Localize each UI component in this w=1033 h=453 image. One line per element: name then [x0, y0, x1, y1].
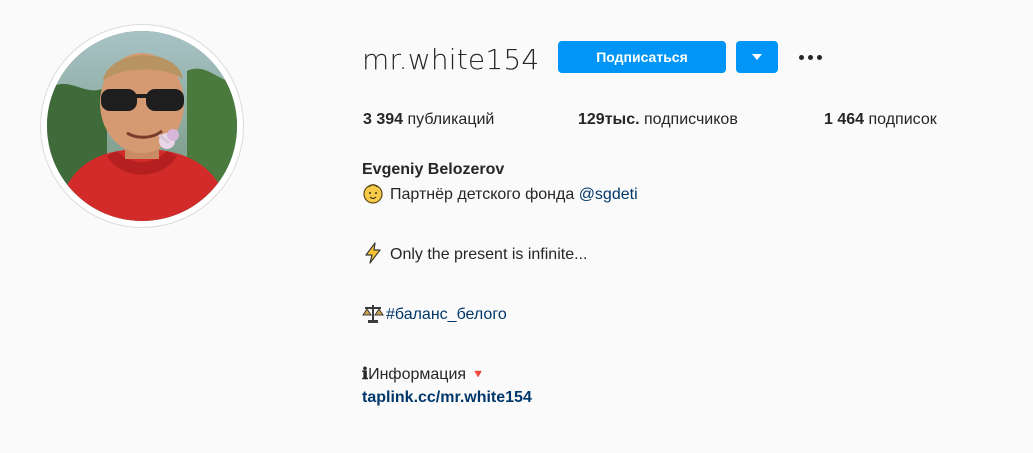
bio-line-info: ℹИнформация 🔻	[362, 362, 1002, 386]
bio-line-partner: Партнёр детского фонда @sgdeti	[362, 182, 1002, 206]
more-options-button[interactable]	[792, 42, 828, 72]
followers-label[interactable]: подписчиков	[644, 111, 738, 128]
profile-full-name: Evgeniy Belozerov	[362, 161, 505, 178]
bio-line-hashtag: #баланс_белого	[362, 302, 1002, 326]
following-label[interactable]: подписок	[869, 111, 937, 128]
website-link[interactable]: taplink.cc/mr.white154	[362, 386, 1002, 410]
posts-count: 3 394	[363, 111, 404, 128]
posts-label: публикаций	[407, 111, 495, 128]
bio-info-text: Информация	[368, 366, 471, 383]
scales-emoji	[362, 305, 384, 323]
caret-down-icon	[752, 54, 762, 60]
posts-stat: 3 394 публикаций	[363, 108, 494, 132]
bio-motto-text: Only the present is infinite...	[390, 246, 588, 263]
more-options-icon	[792, 54, 828, 60]
profile-bio: Evgeniy Belozerov Партнёр детского фонда…	[362, 158, 1002, 410]
followers-stat[interactable]: 129тыс. подписчиков	[578, 108, 738, 132]
suggested-accounts-button[interactable]	[736, 41, 778, 73]
baby-face-emoji	[363, 184, 383, 204]
bio-partner-text: Партнёр детского фонда	[390, 186, 579, 203]
followers-count[interactable]: 129тыс.	[578, 111, 640, 128]
avatar-photo	[47, 31, 237, 221]
profile-header: mr.white154 Подписаться 3 394 публикаций…	[0, 0, 1033, 453]
mention-link[interactable]: @sgdeti	[579, 186, 638, 203]
follow-button[interactable]: Подписаться	[558, 41, 726, 73]
avatar[interactable]	[47, 31, 237, 221]
bio-line-motto: Only the present is infinite...	[362, 242, 1002, 266]
down-triangle-icon: 🔻	[470, 367, 486, 381]
following-stat[interactable]: 1 464 подписок	[824, 108, 937, 132]
lightning-emoji	[365, 242, 381, 264]
profile-username: mr.white154	[362, 43, 540, 76]
following-count[interactable]: 1 464	[824, 111, 864, 128]
hashtag-link[interactable]: #баланс_белого	[386, 306, 507, 323]
